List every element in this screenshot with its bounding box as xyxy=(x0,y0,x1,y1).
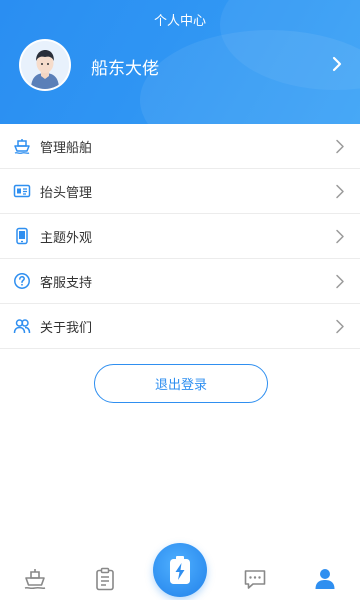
chevron-right-icon xyxy=(336,319,344,334)
menu-item-theme[interactable]: 主题外观 xyxy=(0,214,360,259)
menu-item-manage-ships[interactable]: 管理船舶 xyxy=(0,124,360,169)
clipboard-icon xyxy=(96,567,114,591)
menu-list: 管理船舶 抬头管理 主题外观 客服支持 关于我们 xyxy=(0,124,360,349)
charge-button[interactable] xyxy=(153,543,207,597)
tab-orders[interactable] xyxy=(92,566,118,592)
message-icon xyxy=(244,570,266,589)
page-title: 个人中心 xyxy=(153,14,206,29)
chevron-right-icon xyxy=(336,229,344,244)
user-icon xyxy=(315,569,335,589)
avatar[interactable] xyxy=(19,39,71,91)
menu-item-about[interactable]: 关于我们 xyxy=(0,304,360,349)
chevron-right-icon xyxy=(336,274,344,289)
ship-icon xyxy=(13,137,31,155)
tab-ships[interactable] xyxy=(22,566,48,592)
profile-header: 个人中心 船东大佬 xyxy=(0,0,360,124)
users-icon xyxy=(13,317,31,335)
logout-button[interactable]: 退出登录 xyxy=(94,364,268,403)
tab-messages[interactable] xyxy=(242,566,268,592)
menu-item-label: 客服支持 xyxy=(40,275,93,291)
menu-item-label: 关于我们 xyxy=(40,320,93,336)
ship-tab-icon xyxy=(24,569,46,590)
charge-icon xyxy=(170,556,190,584)
chevron-right-icon[interactable] xyxy=(330,56,344,72)
username[interactable]: 船东大佬 xyxy=(91,54,159,79)
id-card-icon xyxy=(13,182,31,200)
menu-item-invoice-title[interactable]: 抬头管理 xyxy=(0,169,360,214)
tab-profile[interactable] xyxy=(312,566,338,592)
phone-icon xyxy=(13,227,31,245)
chevron-right-icon xyxy=(336,184,344,199)
menu-item-label: 主题外观 xyxy=(40,230,93,246)
menu-item-label: 抬头管理 xyxy=(40,185,93,201)
chevron-right-icon xyxy=(336,139,344,154)
help-circle-icon xyxy=(13,272,31,290)
menu-item-support[interactable]: 客服支持 xyxy=(0,259,360,304)
menu-item-label: 管理船舶 xyxy=(40,140,93,156)
